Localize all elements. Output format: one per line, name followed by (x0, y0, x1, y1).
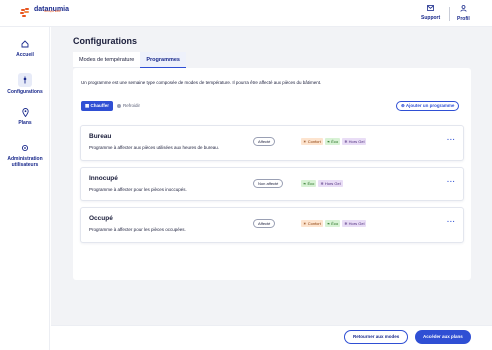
heat-cool-toggle: ▦ Chauffer Refroidir (81, 101, 144, 111)
profile-button[interactable]: Profil (457, 5, 470, 22)
sidebar-item-label: Plans (18, 120, 32, 126)
chip-eco: ❧ Éco (324, 138, 341, 145)
logo-mark-icon (20, 6, 32, 18)
program-name: Innocupé (89, 175, 118, 182)
chip-hors-gel: ❄ Hors Gel (342, 138, 367, 145)
sidebar-item-label: Accueil (16, 52, 34, 58)
sidebar-item-plans[interactable]: Plans (0, 108, 50, 126)
tabs: Modes de température Programmes (73, 52, 186, 68)
chip-eco: ❧ Éco (324, 220, 341, 227)
status-badge: Affecté (253, 219, 276, 228)
gear-icon (20, 144, 30, 154)
support-button[interactable]: Support (421, 5, 440, 21)
program-card-occupe[interactable]: Occupé Programme à affecter pour les piè… (80, 207, 464, 243)
status-badge: Non affecté (253, 179, 284, 188)
mode-chips: ❧ Éco ❄ Hors Gel (301, 180, 345, 187)
more-options-icon[interactable]: ··· (447, 137, 456, 144)
radio-icon (117, 103, 122, 108)
more-options-icon[interactable]: ··· (447, 219, 456, 226)
heat-label: Chauffer (90, 103, 110, 108)
program-name: Occupé (89, 215, 113, 222)
intro-text: Un programme est une semaine type compos… (81, 80, 322, 85)
sidebar-item-accueil[interactable]: Accueil (0, 40, 50, 58)
program-card-innocupe[interactable]: Innocupé Programme à affecter pour les p… (80, 167, 464, 201)
heat-option[interactable]: ▦ Chauffer (81, 101, 114, 111)
chip-hors-gel: ❄ Hors Gel (342, 220, 367, 227)
map-pin-icon (20, 108, 30, 118)
support-label: Support (421, 15, 441, 21)
program-name: Bureau (89, 133, 112, 140)
brand-subtitle: Groupe EDF (44, 9, 61, 13)
user-icon (457, 5, 470, 15)
go-to-plans-button[interactable]: Accéder aux plans (415, 330, 471, 344)
sidebar-item-label: Administration utilisateurs (7, 156, 43, 168)
tab-programmes[interactable]: Programmes (140, 52, 186, 68)
footer-bar: Retourner aux modes Accéder aux plans (51, 325, 492, 350)
sliders-icon (18, 73, 32, 87)
tab-modes[interactable]: Modes de température (73, 52, 141, 68)
chip-confort: ☀ Confort (301, 220, 323, 227)
mode-chips: ☀ Confort ❧ Éco ❄ Hors Gel (301, 138, 368, 145)
more-options-icon[interactable]: ··· (447, 179, 456, 186)
main-content: Configurations Modes de température Prog… (51, 27, 492, 325)
sidebar-item-administration[interactable]: Administration utilisateurs (0, 144, 50, 168)
chip-confort: ☀ Confort (301, 138, 323, 145)
program-card-bureau[interactable]: Bureau Programme à affecter aux pièces u… (80, 125, 464, 161)
add-program-button[interactable]: ⊕ Ajouter un programme (396, 101, 460, 111)
cool-option[interactable]: Refroidir (113, 101, 144, 111)
top-bar: datanumia Groupe EDF Support Profil (0, 0, 492, 27)
header-divider (449, 7, 450, 21)
program-description: Programme à affecter aux pièces utilisée… (89, 145, 219, 150)
mail-icon (421, 5, 440, 14)
cool-label: Refroidir (123, 103, 141, 108)
programs-panel: Un programme est une semaine type compos… (73, 68, 471, 280)
profile-label: Profil (457, 16, 470, 22)
program-description: Programme à affecter pour les pièces occ… (89, 227, 186, 232)
chip-eco: ❧ Éco (301, 180, 317, 187)
add-program-label: Ajouter un programme (405, 103, 455, 108)
home-icon (20, 40, 30, 50)
back-to-modes-button[interactable]: Retourner aux modes (344, 330, 409, 344)
status-badge: Affecté (253, 137, 276, 146)
sidebar-item-label: Configurations (7, 89, 43, 95)
sidebar: Accueil Configurations Plans Administrat… (0, 27, 50, 350)
chip-hors-gel: ❄ Hors Gel (318, 180, 343, 187)
page-title: Configurations (73, 36, 137, 46)
program-description: Programme à affecter pour les pièces ino… (89, 187, 187, 192)
mode-chips: ☀ Confort ❧ Éco ❄ Hors Gel (301, 220, 368, 227)
sidebar-item-configurations[interactable]: Configurations (0, 73, 50, 95)
